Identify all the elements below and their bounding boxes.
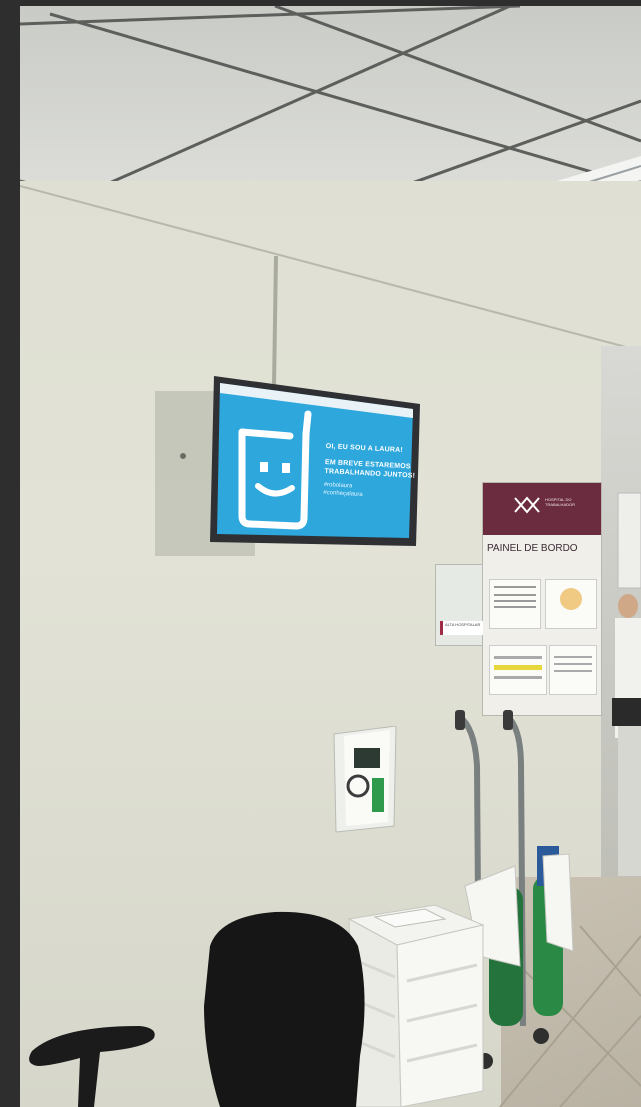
chair-armrest: [29, 1026, 155, 1107]
chair-backrest: [204, 911, 365, 1107]
board-paper-1: [489, 579, 541, 629]
board-title: PAINEL DE BORDO: [487, 543, 578, 554]
hospital-hallway-photo: OI, EU SOU A LAURA! EM BREVE ESTAREMOS T…: [20, 6, 641, 1107]
alta-hospitalar-label: ALTA HOSPITALAR: [445, 622, 481, 627]
photo-frame: OI, EU SOU A LAURA! EM BREVE ESTAREMOS T…: [0, 0, 641, 1107]
board-paper-3: [489, 645, 547, 695]
board-logo-text: HOSPITAL DO TRABALHADOR: [545, 497, 576, 507]
hospital-logo-icon: [514, 496, 540, 514]
monitor-message: OI, EU SOU A LAURA! EM BREVE ESTAREMOS T…: [323, 442, 426, 502]
alta-hospitalar-sign: ALTA HOSPITALAR: [440, 621, 483, 635]
paper-sheet: [542, 853, 574, 952]
brochure-holder: [333, 726, 397, 833]
board-paper-2: [545, 579, 597, 629]
acrylic-holder: ALTA HOSPITALAR: [435, 564, 483, 646]
board-paper-4: [549, 645, 597, 695]
bulletin-board: HOSPITAL DO TRABALHADOR PAINEL DE BORDO: [482, 482, 602, 716]
office-chair: [29, 911, 365, 1107]
